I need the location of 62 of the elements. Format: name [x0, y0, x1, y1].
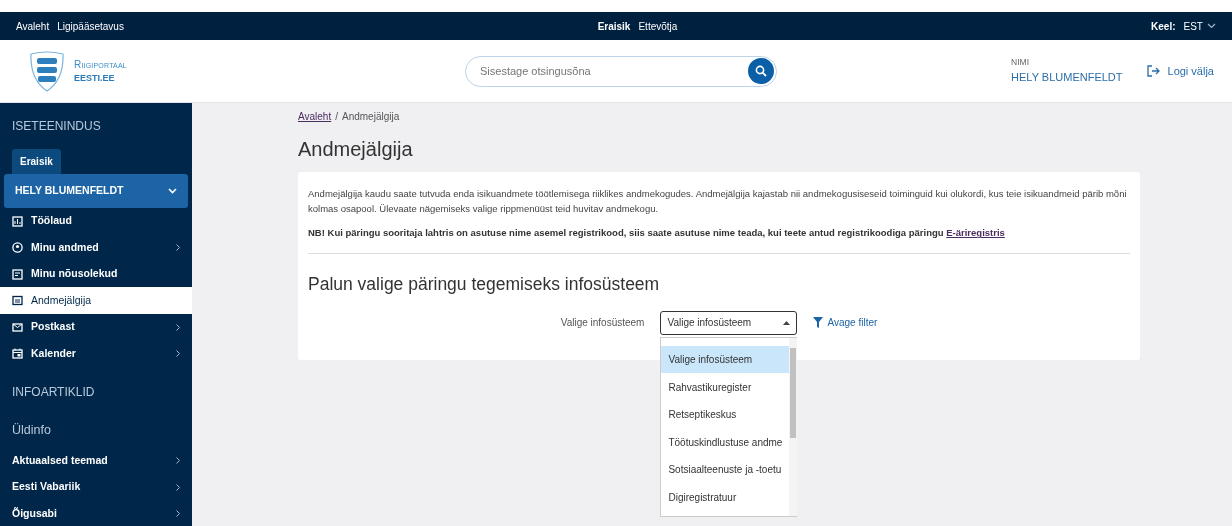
- sidebar-item[interactable]: Töölaud: [0, 207, 192, 235]
- list-icon: [12, 295, 23, 306]
- section-heading: Üldinfo: [11, 421, 52, 439]
- section-heading: ISETEENINDUS: [11, 118, 102, 135]
- select-label: Valige infosüsteem: [560, 316, 645, 331]
- intro-paragraph: Andmejälgija kaudu saate tutvuda enda isikuandmete töötlemisega riiklikes andmekogudes. Andmejälgija kajastab nii andmekogusiseseid toiminguid kui olukordi, kus teie isikuandmeid pärib mõni kolmas osapool. Ülevaate nägemiseks valige rippmenüüst teid huvitav andmekogu.: [308, 187, 1128, 217]
- document-icon: [12, 268, 23, 280]
- breadcrumb-separator: /: [335, 111, 338, 122]
- language-dropdown[interactable]: EST: [1183, 18, 1216, 34]
- coat-of-arms-logo: [28, 50, 66, 92]
- dropdown-option[interactable]: Retseptikeskus: [661, 400, 790, 429]
- section-title: Palun valige päringu tegemiseks infosüsteem: [308, 272, 661, 296]
- chevron-down-icon: [1207, 23, 1216, 29]
- dropdown-option[interactable]: Digiregistratuur: [661, 483, 790, 511]
- logo-title: Riigiportaal: [74, 57, 127, 72]
- chevron-down-icon: [168, 187, 177, 194]
- sidebar-item[interactable]: Andmejälgija: [0, 287, 192, 314]
- audience-tab[interactable]: Eraisik: [597, 18, 631, 34]
- page-title: Andmejälgija: [298, 137, 414, 162]
- user-name: HELY BLUMENFELDT: [1011, 70, 1123, 86]
- caret-icon: [783, 320, 791, 325]
- role-tab[interactable]: Eraisik: [12, 149, 61, 174]
- sidebar-item-label: Andmejälgija: [31, 292, 92, 308]
- dropdown-option[interactable]: Sotsiaalteenuste ja -toetu: [661, 455, 790, 484]
- mail-icon: [12, 321, 23, 333]
- audience-tab[interactable]: Ettevõtja: [638, 18, 678, 34]
- dropdown-option[interactable]: Valige infosüsteem: [661, 345, 790, 374]
- dropdown-option[interactable]: Rahvastikuregister: [661, 373, 790, 401]
- search-icon: [755, 65, 767, 77]
- logout-link[interactable]: Logi välja: [1146, 62, 1214, 80]
- top-nav-link[interactable]: Ligipääsetavus: [57, 18, 124, 34]
- sidebar-item-label: Töölaud: [31, 213, 72, 229]
- section-heading: INFOARTIKLID: [11, 383, 96, 401]
- infosystem-select[interactable]: Valige infosüsteem: [660, 310, 798, 335]
- language-label: Keel:: [1151, 19, 1176, 34]
- breadcrumb-link[interactable]: Avaleht: [298, 111, 332, 122]
- search-field[interactable]: Sisestage otsingusõna: [465, 55, 777, 87]
- person-icon: [12, 242, 23, 253]
- logout-icon: [1146, 65, 1160, 77]
- dashboard-icon: [12, 215, 23, 227]
- sidebar-item-label: Minu nõusolekud: [31, 266, 118, 282]
- user-label: NIMI: [1011, 56, 1030, 70]
- sidebar-item[interactable]: Minu nõusolekud: [0, 260, 192, 288]
- filter-link[interactable]: Avage filter: [813, 315, 878, 331]
- sidebar-item-label: Minu andmed: [31, 239, 99, 255]
- sidebar-item[interactable]: Minu andmed: [0, 234, 192, 261]
- sidebar-item[interactable]: Eesti Vabariik: [0, 474, 192, 501]
- sidebar-item-label: Kalender: [31, 345, 76, 361]
- sidebar-item[interactable]: Kalender: [0, 340, 192, 367]
- logo-subtitle: EESTI.EE: [74, 71, 116, 85]
- registry-link[interactable]: E-äriregistris: [946, 227, 1005, 239]
- account-dropdown[interactable]: HELY BLUMENFELDT: [4, 174, 188, 208]
- sidebar-item-label: Postkast: [31, 319, 75, 335]
- filter-icon: [813, 317, 824, 329]
- sidebar-item[interactable]: Postkast: [0, 313, 192, 341]
- sidebar-item[interactable]: Aktuaalsed teemad: [0, 447, 192, 474]
- breadcrumb-current: Andmejälgija: [341, 111, 400, 122]
- dropdown-option[interactable]: Töötuskindlustuse andme: [661, 428, 790, 456]
- top-nav-link[interactable]: Avaleht: [16, 18, 50, 34]
- calendar-icon: [12, 348, 23, 359]
- sidebar-item[interactable]: Õigusabi: [0, 500, 192, 526]
- notice-paragraph: NB! Kui päringu sooritaja lahtris on asutuse nime asemel registrikood, siis saate asutuse nime teada, kui teete antud registrikoodiga päringu E-äriregistris: [308, 226, 1006, 241]
